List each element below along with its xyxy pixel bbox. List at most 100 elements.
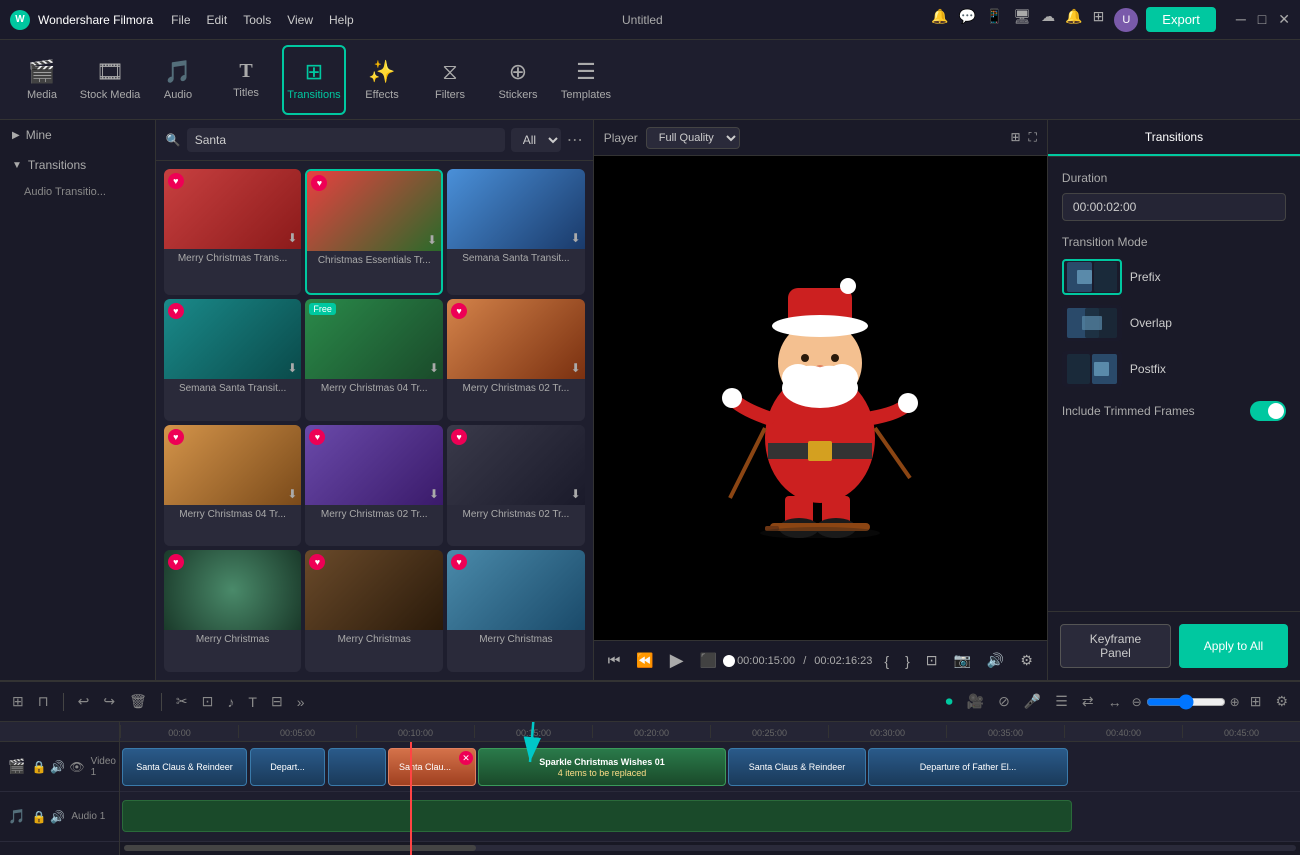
tab-transitions[interactable]: Transitions (1048, 120, 1300, 156)
crop-button[interactable]: ⊡ (922, 650, 942, 671)
tl-mic-button[interactable]: 🎤 (1020, 691, 1045, 712)
alert-icon[interactable]: 🔔 (1065, 8, 1082, 32)
video-clip[interactable]: Santa Claus & Reindeer (122, 748, 247, 786)
menu-file[interactable]: File (171, 13, 190, 27)
toolbar-stickers[interactable]: ⊕ Stickers (486, 45, 550, 115)
h-scrollbar-thumb[interactable] (124, 845, 476, 851)
overlap-thumb[interactable] (1062, 305, 1122, 341)
mark-out-button[interactable]: } (901, 651, 914, 671)
tl-more-button[interactable]: » (293, 692, 309, 712)
menu-edit[interactable]: Edit (207, 13, 228, 27)
toolbar-templates[interactable]: ☰ Templates (554, 45, 618, 115)
zoom-in-icon[interactable]: ⊕ (1230, 695, 1240, 709)
tl-copy-button[interactable]: ⊡ (198, 691, 218, 712)
search-input[interactable] (187, 128, 505, 152)
more-options-icon[interactable]: ⋯ (567, 130, 583, 150)
video-clip[interactable]: Depart... (250, 748, 325, 786)
avatar[interactable]: U (1114, 8, 1138, 32)
audio-lock-icon[interactable]: 🔒 (31, 810, 46, 824)
prefix-thumb[interactable] (1062, 259, 1122, 295)
eye-icon[interactable]: 👁 (69, 760, 84, 774)
transition-card[interactable]: Free ⬇ Merry Christmas 04 Tr... (305, 299, 443, 421)
maximize-button[interactable]: □ (1258, 11, 1266, 28)
tl-arrow-button[interactable]: ↔ (1104, 692, 1126, 712)
tl-delete-button[interactable]: 🗑 (125, 691, 151, 712)
video-clip[interactable]: Departure of Father El... (868, 748, 1068, 786)
device-icon[interactable]: 📱 (986, 8, 1003, 32)
transition-card[interactable]: ♥ Merry Christmas (447, 550, 585, 672)
stop-button[interactable]: ⬛ (696, 650, 721, 671)
tl-text-button[interactable]: T (244, 692, 261, 712)
keyframe-panel-button[interactable]: Keyframe Panel (1060, 624, 1171, 668)
toolbar-filters[interactable]: ⧖ Filters (418, 45, 482, 115)
duration-input[interactable] (1062, 193, 1286, 221)
notification-icon[interactable]: 🔔 (931, 8, 948, 32)
tl-shield-button[interactable]: ⊘ (994, 691, 1014, 712)
lock-icon[interactable]: 🔒 (31, 760, 46, 774)
search-filter[interactable]: All (511, 128, 561, 152)
tl-magnet-button[interactable]: ⊓ (34, 691, 53, 712)
transition-card[interactable]: ♥ ⬇ Merry Christmas 02 Tr... (305, 425, 443, 547)
tl-list-button[interactable]: ☰ (1051, 691, 1072, 712)
volume-button[interactable]: 🔊 (983, 650, 1008, 671)
view-mode-icon[interactable]: ⊞ (1010, 130, 1020, 145)
toolbar-media[interactable]: 🎬 Media (10, 45, 74, 115)
zoom-out-icon[interactable]: ⊖ (1132, 695, 1142, 709)
clip-delete-button[interactable]: ✕ (459, 751, 473, 765)
tl-crop-button[interactable]: ⊟ (267, 691, 287, 712)
tl-grid-button[interactable]: ⊞ (8, 691, 28, 712)
tl-cut-button[interactable]: ✂ (172, 691, 192, 712)
toolbar-audio[interactable]: 🎵 Audio (146, 45, 210, 115)
speaker-icon[interactable]: 🔊 (50, 760, 65, 774)
timeline-scrollbar[interactable] (120, 842, 1300, 854)
transition-card[interactable]: ♥ Merry Christmas (164, 550, 302, 672)
apply-to-all-button[interactable]: Apply to All (1179, 624, 1288, 668)
fullscreen-icon[interactable]: ⛶ (1029, 130, 1037, 145)
snapshot-button[interactable]: 📷 (949, 650, 974, 671)
toolbar-stock-media[interactable]: 🎞 Stock Media (78, 45, 142, 115)
step-back-button[interactable]: ⏪ (632, 650, 657, 671)
toolbar-titles[interactable]: T Titles (214, 45, 278, 115)
audio-speaker-icon[interactable]: 🔊 (50, 810, 65, 824)
mark-in-button[interactable]: { (880, 651, 893, 671)
tl-record-button[interactable]: ⏺ (942, 691, 957, 712)
grid-icon[interactable]: ⊞ (1093, 8, 1105, 32)
minimize-button[interactable]: ─ (1236, 11, 1246, 28)
tl-settings-button[interactable]: ⚙ (1271, 691, 1292, 712)
transition-card[interactable]: ♥ ⬇ Semana Santa Transit... (164, 299, 302, 421)
toolbar-transitions[interactable]: ⊞ Transitions (282, 45, 346, 115)
transition-card[interactable]: ♥ ⬇ Merry Christmas 02 Tr... (447, 299, 585, 421)
video-clip[interactable] (328, 748, 386, 786)
transition-card[interactable]: ♥ Merry Christmas (305, 550, 443, 672)
video-clip-active[interactable]: Santa Clau... ✕ (388, 748, 476, 786)
devices-icon[interactable]: 🖥 (1013, 8, 1031, 32)
transition-card[interactable]: ♥ ⬇ Merry Christmas Trans... (164, 169, 302, 295)
left-panel-transitions[interactable]: ▼ Transitions (0, 150, 155, 180)
tl-undo-button[interactable]: ↩ (74, 691, 94, 712)
include-trimmed-toggle[interactable] (1250, 401, 1286, 421)
tl-redo-button[interactable]: ↪ (99, 691, 119, 712)
toolbar-effects[interactable]: ✨ Effects (350, 45, 414, 115)
tl-layout-button[interactable]: ⊞ (1246, 691, 1266, 712)
settings-button[interactable]: ⚙ (1016, 650, 1037, 671)
zoom-slider[interactable] (1146, 694, 1226, 710)
rewind-button[interactable]: ⏮ (604, 650, 625, 671)
video-clip-sparkle[interactable]: Sparkle Christmas Wishes 01 4 items to b… (478, 748, 726, 786)
tl-swap-button[interactable]: ⇄ (1078, 691, 1098, 712)
export-button[interactable]: Export (1146, 7, 1216, 32)
tl-audio-button[interactable]: ♪ (223, 692, 238, 712)
quality-select[interactable]: Full Quality (646, 127, 740, 149)
menu-help[interactable]: Help (329, 13, 354, 27)
play-button[interactable]: ▶ (666, 648, 688, 673)
close-button[interactable]: ✕ (1278, 11, 1290, 28)
postfix-thumb[interactable] (1062, 351, 1122, 387)
left-panel-audio-transition[interactable]: Audio Transitio... (0, 180, 155, 204)
tl-camera-button[interactable]: 🎥 (963, 691, 988, 712)
transition-card[interactable]: ♥ ⬇ Merry Christmas 02 Tr... (447, 425, 585, 547)
chat-icon[interactable]: 💬 (958, 8, 975, 32)
transition-card[interactable]: ⬇ Semana Santa Transit... (447, 169, 585, 295)
video-clip[interactable]: Santa Claus & Reindeer (728, 748, 866, 786)
menu-tools[interactable]: Tools (243, 13, 271, 27)
transition-card[interactable]: ♥ ⬇ Christmas Essentials Tr... (305, 169, 443, 295)
left-panel-mine[interactable]: ▶ Mine (0, 120, 155, 150)
